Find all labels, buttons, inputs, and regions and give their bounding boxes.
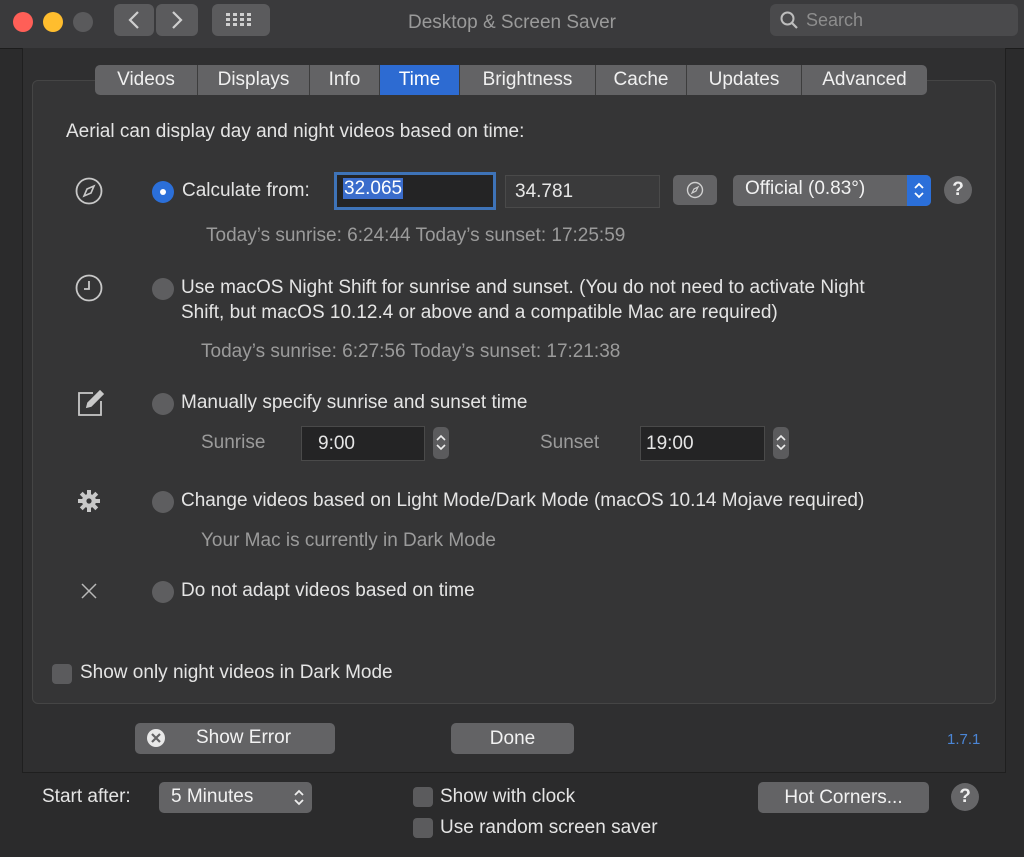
updown-chevron-icon xyxy=(436,434,446,451)
random-saver-checkbox[interactable] xyxy=(413,818,433,838)
tab-displays[interactable]: Displays xyxy=(198,65,310,95)
show-clock-checkbox[interactable] xyxy=(413,787,433,807)
edit-icon xyxy=(78,389,105,416)
manual-radio[interactable] xyxy=(152,393,174,415)
hot-corners-button[interactable]: Hot Corners... xyxy=(758,782,929,813)
calculation-mode-select[interactable]: Official (0.83°) xyxy=(733,175,931,206)
help-button[interactable]: ? xyxy=(944,176,972,204)
tab-videos[interactable]: Videos xyxy=(95,65,198,95)
tab-cache[interactable]: Cache xyxy=(596,65,687,95)
sunrise-label: Sunrise xyxy=(201,432,266,453)
close-icon xyxy=(81,583,97,599)
sunset-stepper[interactable] xyxy=(773,427,789,459)
night-shift-radio[interactable] xyxy=(152,278,174,300)
start-after-value: 5 Minutes xyxy=(171,786,254,807)
sunset-label: Sunset xyxy=(540,432,600,453)
show-clock-label: Show with clock xyxy=(440,786,576,807)
tab-updates[interactable]: Updates xyxy=(687,65,802,95)
title-bar: Desktop & Screen Saver Search xyxy=(0,0,1024,49)
tab-advanced[interactable]: Advanced xyxy=(802,65,927,95)
search-icon xyxy=(780,11,798,29)
sunset-time-field[interactable]: 19:00 xyxy=(640,426,765,461)
dark-mode-label: Change videos based on Light Mode/Dark M… xyxy=(181,490,865,511)
calculation-mode-value: Official (0.83°) xyxy=(745,178,866,199)
intro-text: Aerial can display day and night videos … xyxy=(66,121,525,142)
latitude-field[interactable]: 32.065 xyxy=(334,172,496,210)
night-only-label: Show only night videos in Dark Mode xyxy=(80,662,393,683)
updown-chevron-icon xyxy=(914,182,924,199)
dark-mode-radio[interactable] xyxy=(152,491,174,513)
show-error-label: Show Error xyxy=(196,727,292,748)
no-adapt-radio[interactable] xyxy=(152,581,174,603)
start-after-select[interactable]: 5 Minutes xyxy=(159,782,312,813)
search-input[interactable]: Search xyxy=(770,4,1018,36)
calculate-from-radio[interactable] xyxy=(152,181,174,203)
updown-chevron-icon xyxy=(776,434,786,451)
select-stepper xyxy=(907,175,931,206)
night-shift-label-line1: Use macOS Night Shift for sunrise and su… xyxy=(181,277,865,298)
sunrise-stepper[interactable] xyxy=(433,427,449,459)
tab-bar: Videos Displays Info Time Brightness Cac… xyxy=(95,65,927,95)
gear-icon xyxy=(78,490,100,512)
clock-icon xyxy=(75,274,103,302)
version-label[interactable]: 1.7.1 xyxy=(947,731,980,748)
no-adapt-label: Do not adapt videos based on time xyxy=(181,580,475,601)
compass-icon xyxy=(686,181,704,199)
locate-button[interactable] xyxy=(673,175,717,205)
compass-icon xyxy=(75,177,103,205)
updown-chevron-icon xyxy=(294,789,304,806)
tab-time[interactable]: Time xyxy=(380,65,460,95)
night-shift-sun-times: Today’s sunrise: 6:27:56 Today’s sunset:… xyxy=(201,341,621,362)
calculate-from-label: Calculate from: xyxy=(182,180,310,201)
calculate-sun-times: Today’s sunrise: 6:24:44 Today’s sunset:… xyxy=(206,225,626,246)
latitude-value: 32.065 xyxy=(343,178,404,199)
night-only-checkbox[interactable] xyxy=(52,664,72,684)
night-shift-label-line2: Shift, but macOS 10.12.4 or above and a … xyxy=(181,302,778,323)
start-after-label: Start after: xyxy=(42,786,131,807)
help-button[interactable]: ? xyxy=(951,783,979,811)
done-button[interactable]: Done xyxy=(451,723,574,754)
error-icon xyxy=(147,729,165,747)
dark-mode-status: Your Mac is currently in Dark Mode xyxy=(201,530,496,551)
longitude-field[interactable]: 34.781 xyxy=(505,175,660,208)
tab-info[interactable]: Info xyxy=(310,65,380,95)
show-error-button[interactable]: Show Error xyxy=(135,723,335,754)
search-placeholder: Search xyxy=(806,10,864,30)
sunrise-time-field[interactable]: 9:00 xyxy=(301,426,425,461)
tab-brightness[interactable]: Brightness xyxy=(460,65,596,95)
manual-label: Manually specify sunrise and sunset time xyxy=(181,392,528,413)
random-saver-label: Use random screen saver xyxy=(440,817,658,838)
